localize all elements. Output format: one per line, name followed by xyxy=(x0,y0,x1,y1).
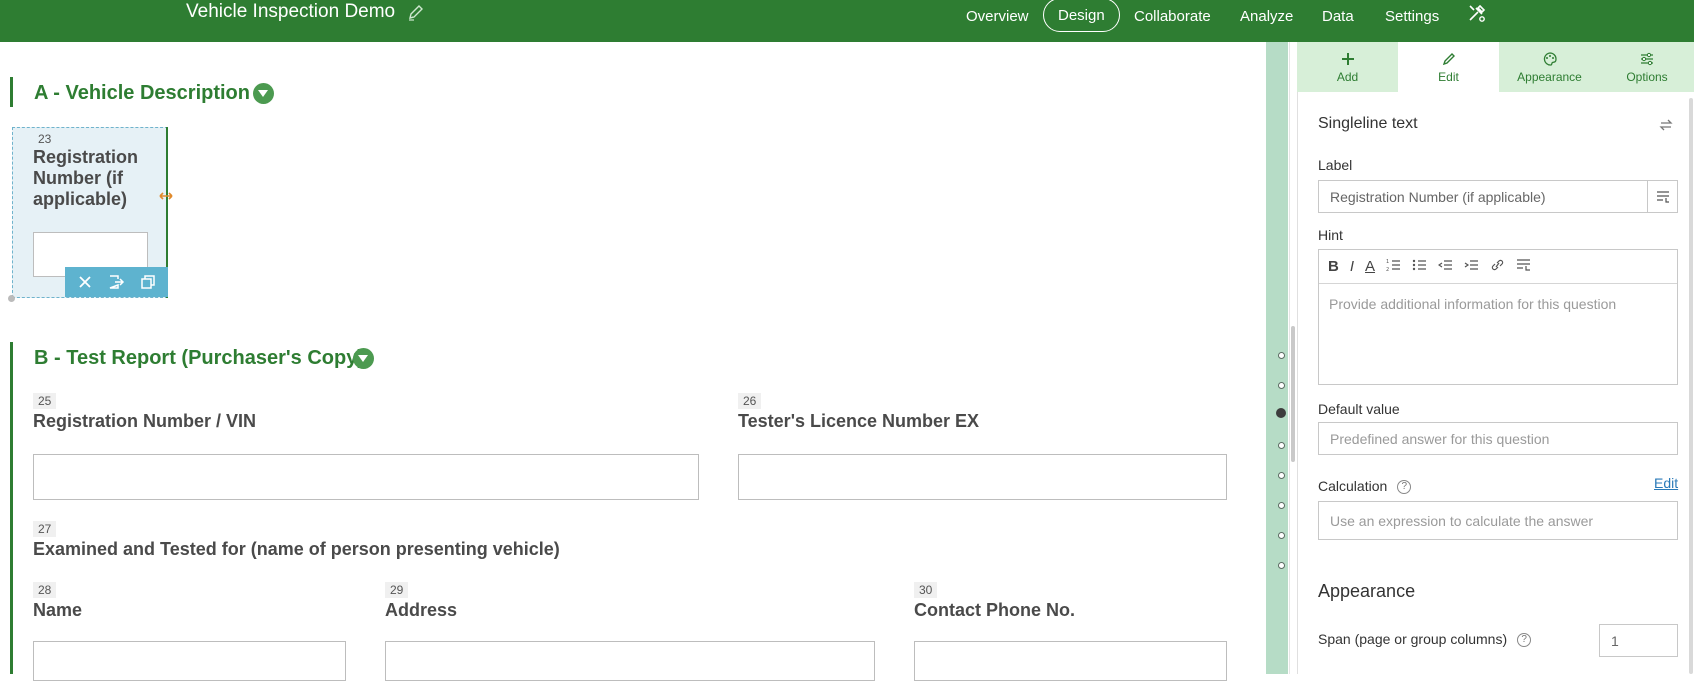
label-heading: Label xyxy=(1318,157,1353,173)
page-dot[interactable] xyxy=(1278,382,1285,389)
section-b-collapse-icon[interactable] xyxy=(353,348,374,369)
nav-design[interactable]: Design xyxy=(1043,0,1120,32)
nav-collaborate[interactable]: Collaborate xyxy=(1134,0,1211,32)
page-dot[interactable] xyxy=(1278,532,1285,539)
svg-text:2: 2 xyxy=(1386,267,1389,272)
span-field[interactable]: 1 xyxy=(1599,624,1678,657)
question-number: 29 xyxy=(385,582,409,598)
group-label: Examined and Tested for (name of person … xyxy=(33,539,560,559)
hint-editor: B I A 12 Provide additional information … xyxy=(1318,249,1678,385)
question-label: Contact Phone No. xyxy=(914,600,1075,620)
question-toolbar xyxy=(65,267,168,297)
tab-edit[interactable]: Edit xyxy=(1398,42,1499,92)
label-format-button[interactable] xyxy=(1647,180,1678,213)
question-label: Name xyxy=(33,600,83,620)
tab-appearance[interactable]: Appearance xyxy=(1499,42,1600,92)
help-icon[interactable]: ? xyxy=(1517,633,1532,648)
name-input[interactable] xyxy=(33,641,346,681)
outdent-icon[interactable] xyxy=(1437,258,1453,276)
tester-licence-input[interactable] xyxy=(738,454,1227,500)
section-a-title[interactable]: A - Vehicle Description xyxy=(34,82,250,105)
page-dot[interactable] xyxy=(1278,352,1285,359)
tab-label: Options xyxy=(1626,69,1668,84)
bullet-list-icon[interactable] xyxy=(1412,258,1427,276)
calculation-edit-link[interactable]: Edit xyxy=(1654,475,1678,491)
duplicate-icon[interactable] xyxy=(138,272,158,292)
palette-icon xyxy=(1543,51,1557,66)
panel-scrollbar[interactable] xyxy=(1689,98,1693,674)
page-dot-current[interactable] xyxy=(1276,408,1286,418)
tab-options[interactable]: Options xyxy=(1600,42,1694,92)
tab-add[interactable]: Add xyxy=(1297,42,1398,92)
delete-icon[interactable] xyxy=(75,272,95,292)
text-color-icon[interactable]: A xyxy=(1365,258,1375,275)
page-dot[interactable] xyxy=(1278,502,1285,509)
question-number: 23 xyxy=(38,132,52,146)
tools-icon[interactable] xyxy=(1466,2,1488,24)
calculation-field[interactable]: Use an expression to calculate the answe… xyxy=(1318,501,1678,540)
help-icon[interactable]: ? xyxy=(1397,480,1412,495)
section-a-marker xyxy=(10,77,13,107)
question-type-title: Singleline text xyxy=(1318,115,1418,132)
move-icon[interactable] xyxy=(106,272,126,292)
question-number: 30 xyxy=(914,582,938,598)
top-bar: Vehicle Inspection Demo Overview Design … xyxy=(0,0,1694,42)
numbered-list-icon[interactable]: 12 xyxy=(1386,258,1401,276)
hint-toolbar: B I A 12 xyxy=(1319,250,1677,284)
appearance-heading: Appearance xyxy=(1318,581,1416,601)
resize-handle-icon[interactable] xyxy=(159,189,173,203)
hint-heading: Hint xyxy=(1318,227,1343,243)
link-icon[interactable] xyxy=(1490,258,1505,276)
default-value-field[interactable]: Predefined answer for this question xyxy=(1318,422,1678,455)
question-label: Registration Number (if applicable) xyxy=(33,147,139,209)
question-label: Registration Number / VIN xyxy=(33,411,257,431)
address-input[interactable] xyxy=(385,641,875,681)
svg-text:1: 1 xyxy=(1386,259,1389,265)
canvas-scrollbar[interactable] xyxy=(1291,326,1295,462)
question-number: 27 xyxy=(33,521,57,537)
span-label-text: Span (page or group columns) xyxy=(1318,631,1508,647)
swap-type-icon[interactable] xyxy=(1658,117,1674,138)
nav-overview[interactable]: Overview xyxy=(966,0,1029,32)
page-dot[interactable] xyxy=(1278,442,1285,449)
tab-label: Appearance xyxy=(1517,69,1582,84)
page-dot[interactable] xyxy=(1278,562,1285,569)
calculation-heading: Calculation? xyxy=(1318,478,1412,495)
contact-phone-input[interactable] xyxy=(914,641,1227,681)
pencil-icon xyxy=(1442,52,1455,65)
registration-vin-input[interactable] xyxy=(33,454,699,500)
page-navigator xyxy=(1266,42,1288,674)
survey-title: Vehicle Inspection Demo xyxy=(186,1,396,22)
question-number: 25 xyxy=(33,393,57,409)
section-a-collapse-icon[interactable] xyxy=(253,83,274,104)
nav-analyze[interactable]: Analyze xyxy=(1240,0,1293,32)
tab-label: Edit xyxy=(1438,69,1459,84)
divider xyxy=(1289,42,1290,674)
hint-input[interactable]: Provide additional information for this … xyxy=(1319,284,1677,324)
sliders-icon xyxy=(1641,52,1653,65)
selection-corner xyxy=(8,295,15,302)
bold-icon[interactable]: B xyxy=(1328,258,1339,275)
nav-data[interactable]: Data xyxy=(1322,0,1354,32)
section-b-marker xyxy=(10,342,13,674)
question-label: Tester's Licence Number EX xyxy=(738,411,980,431)
text-wrap-icon[interactable] xyxy=(1516,258,1531,276)
question-number: 26 xyxy=(738,393,762,409)
default-value-heading: Default value xyxy=(1318,401,1400,417)
question-number: 28 xyxy=(33,582,57,598)
plus-icon xyxy=(1341,52,1354,65)
label-field[interactable]: Registration Number (if applicable) xyxy=(1318,180,1648,213)
span-label: Span (page or group columns)? xyxy=(1318,631,1532,648)
section-b-title[interactable]: B - Test Report (Purchaser's Copy) xyxy=(34,347,364,370)
edit-title-icon[interactable] xyxy=(406,3,426,23)
page-dot[interactable] xyxy=(1278,472,1285,479)
indent-icon[interactable] xyxy=(1464,258,1479,276)
italic-icon[interactable]: I xyxy=(1350,258,1354,275)
calculation-heading-text: Calculation xyxy=(1318,478,1388,494)
text-wrap-icon xyxy=(1656,190,1669,203)
nav-settings[interactable]: Settings xyxy=(1385,0,1439,32)
question-label: Address xyxy=(385,600,458,620)
tab-label: Add xyxy=(1336,69,1359,84)
